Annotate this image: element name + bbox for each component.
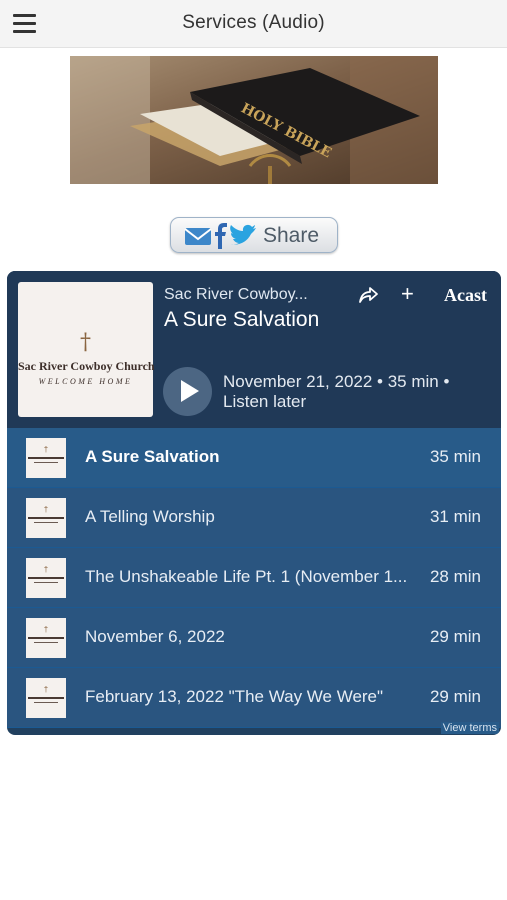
play-icon xyxy=(181,380,199,402)
episode-row[interactable]: † A Sure Salvation 35 min xyxy=(7,428,501,488)
episode-title: A Telling Worship xyxy=(85,507,215,526)
episode-title: The Unshakeable Life Pt. 1 (November 1..… xyxy=(85,567,408,586)
episode-list: † A Sure Salvation 35 min † A Telling Wo… xyxy=(7,428,501,728)
episode-title: February 13, 2022 "The Way We Were" xyxy=(85,687,384,706)
episode-row[interactable]: † A Telling Worship 31 min xyxy=(7,488,501,548)
add-icon[interactable]: + xyxy=(401,281,414,307)
episode-duration: 31 min xyxy=(429,507,481,526)
episode-thumbnail: † xyxy=(26,678,66,718)
podcast-player: † Sac River Cowboy Church WELCOME HOME S… xyxy=(7,271,501,735)
episode-thumbnail: † xyxy=(26,618,66,658)
episode-row[interactable]: † The Unshakeable Life Pt. 1 (November 1… xyxy=(7,548,501,608)
episode-thumbnail: † xyxy=(26,558,66,598)
cover-subtitle: WELCOME HOME xyxy=(38,377,133,386)
top-bar: Services (Audio) xyxy=(0,0,507,48)
episode-duration: 28 min xyxy=(429,567,481,586)
episode-title: November 6, 2022 xyxy=(85,627,225,646)
bible-banner-image: HOLY BIBLE xyxy=(70,56,438,184)
episode-meta: November 21, 2022 • 35 min • xyxy=(223,372,450,391)
show-name[interactable]: Sac River Cowboy... xyxy=(164,286,308,304)
play-button[interactable] xyxy=(163,367,212,416)
show-cover-art: † Sac River Cowboy Church WELCOME HOME xyxy=(18,282,155,417)
twitter-icon xyxy=(230,224,256,245)
episode-duration: 35 min xyxy=(429,447,481,466)
listen-later-link[interactable]: Listen later xyxy=(223,392,306,412)
player-header: † Sac River Cowboy Church WELCOME HOME S… xyxy=(7,271,501,428)
episode-row[interactable]: † November 6, 2022 29 min xyxy=(7,608,501,668)
current-episode-title: A Sure Salvation xyxy=(164,308,320,331)
cover-title: Sac River Cowboy Church xyxy=(18,359,155,373)
episode-duration: 29 min xyxy=(429,627,481,646)
email-icon xyxy=(184,228,212,245)
share-button[interactable]: Share xyxy=(170,217,338,253)
view-terms-link[interactable]: View terms xyxy=(440,722,499,734)
share-label: Share xyxy=(263,224,320,247)
cross-icon: † xyxy=(80,330,91,355)
acast-logo[interactable]: Acast xyxy=(444,285,487,306)
share-arrow-icon[interactable] xyxy=(359,286,379,304)
episode-duration: 29 min xyxy=(429,687,481,706)
facebook-icon xyxy=(215,223,227,249)
episode-title: A Sure Salvation xyxy=(85,447,220,466)
episode-thumbnail: † xyxy=(26,498,66,538)
page-title: Services (Audio) xyxy=(182,12,325,33)
episode-thumbnail: † xyxy=(26,438,66,478)
episode-row[interactable]: † February 13, 2022 "The Way We Were" 29… xyxy=(7,668,501,728)
